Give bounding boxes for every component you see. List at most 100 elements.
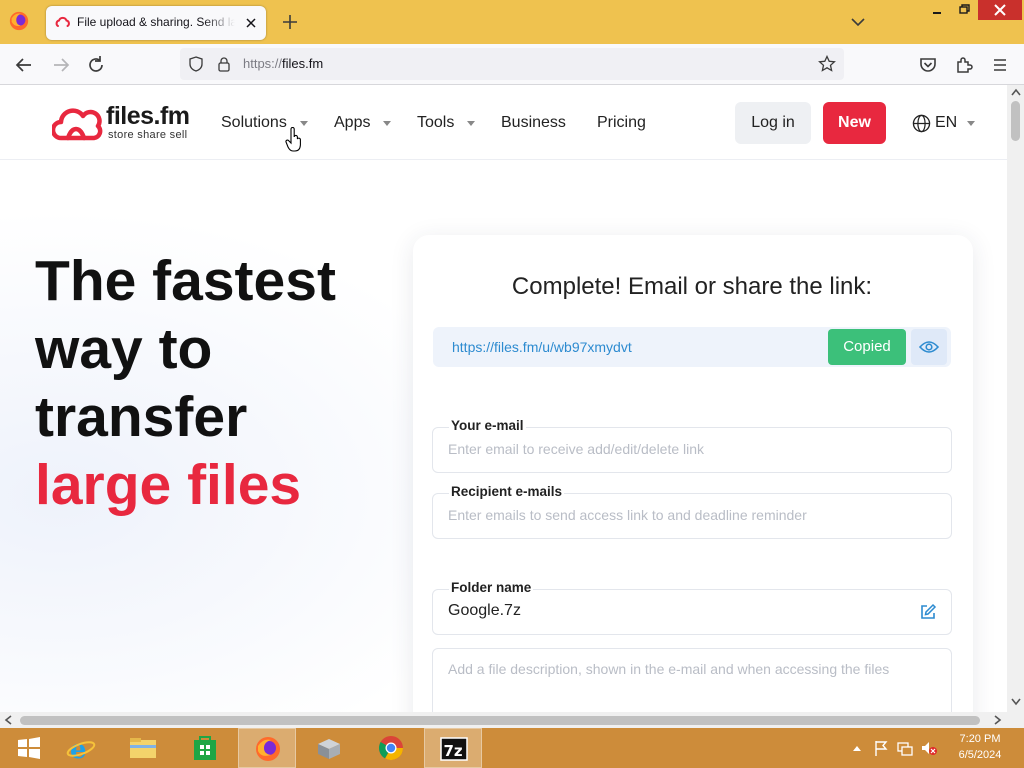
chrome-icon xyxy=(378,736,403,761)
tray-overflow-arrow-icon xyxy=(853,746,861,751)
apps-caret-icon[interactable] xyxy=(383,121,391,126)
copied-button[interactable]: Copied xyxy=(828,329,906,365)
bookmark-star-icon[interactable] xyxy=(818,55,836,73)
address-bar[interactable]: https://files.fm xyxy=(180,48,844,80)
taskbar-internet-explorer[interactable]: e xyxy=(52,728,110,768)
files-fm-favicon-icon xyxy=(55,16,70,27)
folder-name-input[interactable] xyxy=(448,602,928,620)
horizontal-scroll-thumb[interactable] xyxy=(20,716,980,725)
edit-pencil-icon[interactable] xyxy=(919,603,937,621)
nav-tools[interactable]: Tools xyxy=(417,114,454,132)
hero-line-1: The fastest xyxy=(35,249,336,313)
share-card: Complete! Email or share the link: https… xyxy=(413,235,973,712)
horizontal-scrollbar[interactable] xyxy=(0,712,1024,728)
scroll-left-arrow-icon[interactable] xyxy=(4,715,12,725)
nav-apps[interactable]: Apps xyxy=(334,114,370,132)
new-tab-plus-icon[interactable] xyxy=(280,12,300,32)
lock-icon[interactable] xyxy=(216,56,232,72)
forward-arrow-icon[interactable] xyxy=(50,54,72,76)
taskbar-firefox[interactable] xyxy=(238,728,296,768)
windows-logo-icon xyxy=(18,737,40,759)
nav-business[interactable]: Business xyxy=(501,114,566,132)
close-tab-icon[interactable] xyxy=(242,14,260,32)
window-close-icon xyxy=(994,4,1006,16)
svg-text:7z: 7z xyxy=(444,742,463,760)
site-header: files.fm store share sell Solutions Apps… xyxy=(0,85,1007,160)
taskbar-7zip[interactable]: 7z xyxy=(424,728,482,768)
window-close-button[interactable] xyxy=(978,0,1022,20)
share-link-box: https://files.fm/u/wb97xmydvt Copied xyxy=(433,327,951,367)
page-viewport: files.fm store share sell Solutions Apps… xyxy=(0,85,1007,712)
your-email-field: Your e-mail xyxy=(432,418,952,473)
recipient-emails-input[interactable] xyxy=(448,507,928,523)
taskbar-chrome[interactable] xyxy=(362,728,420,768)
list-all-tabs-chevron-icon[interactable] xyxy=(848,12,868,32)
solutions-caret-icon[interactable] xyxy=(300,121,308,126)
folder-name-label: Folder name xyxy=(449,580,534,595)
scroll-down-arrow-icon[interactable] xyxy=(1011,698,1021,706)
internet-explorer-icon: e xyxy=(66,735,96,762)
system-tray-icons[interactable] xyxy=(850,738,940,758)
language-selector[interactable]: EN xyxy=(935,114,957,132)
vertical-scrollbar[interactable] xyxy=(1007,85,1024,712)
site-logo[interactable]: files.fm store share sell xyxy=(52,102,202,145)
taskbar-file-explorer[interactable] xyxy=(114,728,172,768)
url-host: files.fm xyxy=(282,56,324,71)
cloud-logo-icon xyxy=(52,108,103,141)
recipient-emails-label: Recipient e-mails xyxy=(449,484,565,499)
vertical-scroll-thumb[interactable] xyxy=(1011,101,1020,141)
new-button[interactable]: New xyxy=(823,102,886,144)
logo-tagline: store share sell xyxy=(108,129,188,141)
taskbar-store[interactable] xyxy=(176,728,234,768)
share-card-title: Complete! Email or share the link: xyxy=(511,273,873,300)
hero-line-2: way to xyxy=(35,317,213,381)
archive-box-icon xyxy=(318,739,340,759)
back-arrow-icon[interactable] xyxy=(13,54,35,76)
firefox-icon[interactable] xyxy=(8,10,30,32)
hand-pointer-cursor-icon xyxy=(285,127,301,152)
window-restore-icon[interactable] xyxy=(952,2,974,18)
file-description-field xyxy=(432,648,952,712)
your-email-label: Your e-mail xyxy=(449,418,526,433)
taskbar-archive-tool[interactable] xyxy=(300,728,358,768)
extensions-puzzle-icon[interactable] xyxy=(953,54,975,76)
scroll-up-arrow-icon[interactable] xyxy=(1011,88,1021,96)
scroll-right-arrow-icon[interactable] xyxy=(994,715,1002,725)
network-icon xyxy=(897,742,913,756)
clock-date[interactable]: 6/5/2024 xyxy=(950,749,1010,761)
windows-taskbar: e 7z 7:20 PM 6/5/2024 xyxy=(0,728,1024,768)
hero-line-4-accent: large files xyxy=(35,453,302,517)
action-center-flag-icon xyxy=(875,741,888,756)
tab-title: File upload & sharing. Send large files xyxy=(77,15,235,29)
url-text[interactable]: https://files.fm xyxy=(243,56,323,71)
logo-wordmark: files.fm xyxy=(106,102,190,130)
pocket-icon[interactable] xyxy=(917,54,939,76)
7zip-icon: 7z xyxy=(440,737,468,761)
nav-pricing[interactable]: Pricing xyxy=(597,114,646,132)
hamburger-menu-icon[interactable] xyxy=(989,54,1011,76)
browser-tab-bar: File upload & sharing. Send large files xyxy=(0,0,1024,44)
tracking-protection-shield-icon[interactable] xyxy=(188,56,204,72)
folder-name-field: Folder name xyxy=(432,580,952,635)
share-link[interactable]: https://files.fm/u/wb97xmydvt xyxy=(452,339,632,355)
start-button[interactable] xyxy=(0,728,58,768)
preview-link-button[interactable] xyxy=(911,329,947,365)
volume-muted-icon xyxy=(922,742,937,755)
browser-tab-active[interactable]: File upload & sharing. Send large files xyxy=(46,6,266,40)
login-button[interactable]: Log in xyxy=(735,102,811,144)
your-email-input[interactable] xyxy=(448,441,928,457)
clock-time[interactable]: 7:20 PM xyxy=(950,733,1010,745)
reload-icon[interactable] xyxy=(85,54,107,76)
file-description-input[interactable] xyxy=(448,661,938,711)
firefox-icon xyxy=(256,737,280,761)
globe-icon[interactable] xyxy=(912,114,931,133)
eye-icon xyxy=(919,341,939,353)
folder-icon xyxy=(130,738,156,758)
nav-solutions[interactable]: Solutions xyxy=(221,114,287,132)
window-minimize-icon[interactable] xyxy=(926,2,948,18)
language-caret-icon[interactable] xyxy=(967,121,975,126)
tools-caret-icon[interactable] xyxy=(467,121,475,126)
recipient-emails-field: Recipient e-mails xyxy=(432,484,952,539)
url-scheme: https:// xyxy=(243,56,283,71)
hero-headline: The fastest way to transfer large files xyxy=(35,247,395,519)
